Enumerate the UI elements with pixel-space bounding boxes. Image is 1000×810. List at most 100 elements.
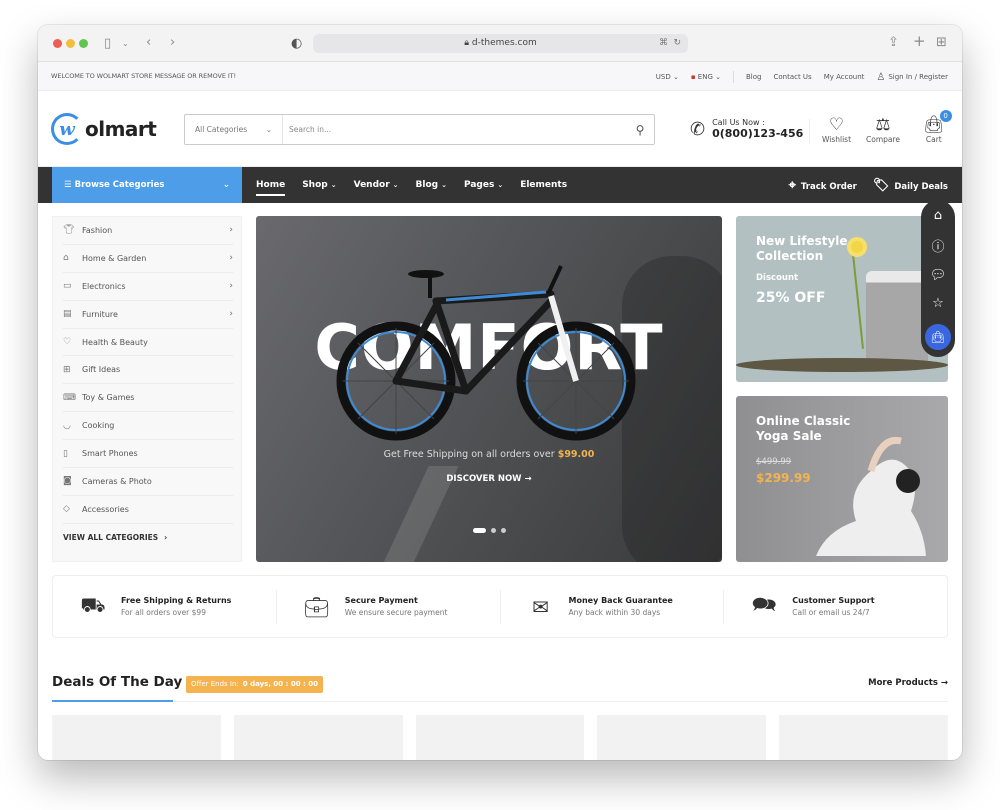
discover-now-button[interactable]: DISCOVER NOW → (256, 474, 722, 484)
call-label: Call Us Now : (712, 118, 765, 127)
money-envelope-icon: ✉ (532, 594, 549, 619)
deals-title: Deals Of The Day (52, 674, 183, 690)
nav-pages[interactable]: Pages ⌄ (464, 180, 503, 190)
sidebar-item-furniture[interactable]: ▤ Furniture › (63, 301, 233, 329)
monitor-icon: ▭ (63, 281, 72, 292)
phone-number[interactable]: 0(800)123-456 (712, 127, 803, 140)
cart-count-badge: 0 (939, 110, 952, 122)
share-icon[interactable]: ⇪ (888, 36, 899, 49)
nav-elements[interactable]: Elements (520, 180, 567, 190)
slide-dot-1[interactable] (472, 528, 486, 533)
hero-slider[interactable]: COMFORT Get Free Shipping on all orders … (256, 216, 722, 562)
slide-dot-2[interactable] (490, 528, 496, 533)
sidebar-item-gift-ideas[interactable]: ⊞ Gift Ideas (63, 356, 233, 385)
slide-dot-3[interactable] (500, 528, 506, 533)
sidebar-icon[interactable]: ▯ (104, 37, 111, 50)
reload-icon[interactable]: ↻ (673, 34, 681, 53)
product-card[interactable] (52, 715, 221, 760)
chevron-down-icon[interactable]: ⌄ (122, 37, 129, 50)
logo[interactable]: w olmart (51, 113, 157, 145)
heart-pulse-icon: ♡ (63, 337, 72, 347)
sidebar-item-health-beauty[interactable]: ♡ Health & Beauty (63, 329, 233, 357)
search-icon[interactable]: ⚲ (626, 123, 654, 137)
sidebar-item-toy-games[interactable]: ⌨ Toy & Games (63, 384, 233, 413)
bed-icon: ▤ (63, 309, 72, 320)
cart-button[interactable]: 👜︎ 0 Cart (923, 110, 952, 144)
view-all-categories-link[interactable]: VIEW ALL CATEGORIES › (63, 524, 233, 552)
product-card[interactable] (597, 715, 767, 760)
product-card[interactable] (779, 715, 948, 760)
product-card[interactable] (233, 715, 403, 760)
sidebar-item-cooking[interactable]: ◡ Cooking (63, 412, 233, 441)
sidebar-item-smart-phones[interactable]: ▯ Smart Phones (63, 440, 233, 469)
divider (809, 119, 810, 143)
daily-deals-link[interactable]: 🏷︎ Daily Deals (873, 178, 948, 193)
language-select[interactable]: ▪ ENG ⌄ (691, 73, 721, 81)
feature-subtitle: For all orders over $99 (121, 608, 206, 617)
phone-icon: ▯ (63, 448, 68, 459)
flower-image (851, 241, 863, 253)
user-icon: ♙ (876, 71, 886, 83)
banner-title: Online Classic Yoga Sale (756, 414, 851, 443)
feature-title: Customer Support (792, 596, 875, 605)
compare-button[interactable]: ⚖ Compare (866, 115, 900, 144)
title-underline (52, 700, 173, 702)
shield-icon[interactable]: ◐ (291, 37, 302, 50)
nav-shop[interactable]: Shop ⌄ (302, 180, 336, 190)
sign-in-link[interactable]: Sign In (888, 73, 912, 81)
shopping-bag-icon: 👜︎ (930, 330, 946, 344)
scale-icon: ⚖ (875, 115, 891, 135)
nav-home[interactable]: Home (256, 180, 286, 196)
call-us: ✆ Call Us Now : 0(800)123-456 (690, 118, 803, 140)
wishlist-button[interactable]: ♡ Wishlist (822, 115, 851, 144)
track-order-link[interactable]: ⌖ Track Order (789, 178, 857, 193)
browser-toolbar: ▯ ⌄ ‹ › ◐ 🔒︎ d-themes.com ⌘ ↻ ⇪ + ⊞ (38, 25, 962, 62)
feature-title: Secure Payment (344, 596, 418, 605)
back-icon[interactable]: ‹ (146, 36, 151, 49)
search-input[interactable]: Search in... (283, 125, 626, 134)
sidebar-item-accessories[interactable]: ◇ Accessories (63, 496, 233, 524)
chat-icon[interactable]: 💬︎ (930, 268, 947, 283)
star-icon[interactable]: ☆ (932, 296, 944, 311)
forward-icon[interactable]: › (170, 36, 175, 49)
my-account-link[interactable]: My Account (824, 73, 865, 81)
register-link[interactable]: Register (919, 73, 948, 81)
feature-item: ⛟ Free Shipping & Returns For all orders … (53, 589, 277, 624)
currency-select[interactable]: USD ⌄ (656, 73, 679, 81)
nav-blog[interactable]: Blog ⌄ (416, 180, 447, 190)
browse-categories-button[interactable]: ☰ Browse Categories ⌄ (52, 167, 242, 203)
close-window-button[interactable] (53, 39, 62, 48)
tabs-overview-icon[interactable]: ⊞ (936, 36, 947, 49)
sidebar-item-cameras-photo[interactable]: ◙ Cameras & Photo (63, 468, 233, 496)
minimize-window-button[interactable] (66, 39, 75, 48)
table-image (736, 358, 948, 372)
bag-icon: 👜︎ 0 (923, 110, 952, 135)
list-icon: ☰ (64, 180, 72, 190)
more-products-link[interactable]: More Products → (868, 678, 948, 688)
feature-subtitle: Call or email us 24/7 (792, 608, 870, 617)
info-icon[interactable]: ⓘ (931, 236, 944, 255)
blog-link[interactable]: Blog (746, 73, 761, 81)
sidebar-item-home-garden[interactable]: ⌂ Home & Garden › (63, 245, 233, 273)
wishlist-label: Wishlist (822, 135, 852, 144)
new-tab-icon[interactable]: + (913, 34, 926, 49)
address-bar[interactable]: 🔒︎ d-themes.com ⌘ ↻ (313, 34, 688, 53)
shopping-bag-button[interactable]: 👜︎ (923, 322, 953, 352)
sidebar-item-electronics[interactable]: ▭ Electronics › (63, 273, 233, 301)
diamond-icon: ◇ (63, 504, 70, 515)
chevron-down-icon: ⌄ (222, 180, 230, 190)
nav-vendor[interactable]: Vendor ⌄ (354, 180, 399, 190)
phone-icon: ✆ (690, 118, 706, 140)
category-select[interactable]: All Categories ⌄ (185, 115, 283, 144)
contact-us-link[interactable]: Contact Us (773, 73, 811, 81)
translate-icon[interactable]: ⌘ (659, 34, 668, 53)
product-card[interactable] (415, 715, 585, 760)
site-header: w olmart All Categories ⌄ Search in... ⚲ … (38, 91, 962, 167)
yoga-banner[interactable]: Online Classic Yoga Sale $499.99 $299.99 (736, 396, 948, 562)
logo-mark: w (51, 113, 83, 145)
sidebar-item-fashion[interactable]: 👕︎ Fashion › (63, 217, 233, 245)
home-icon[interactable]: ⌂ (934, 208, 942, 223)
lifestyle-banner[interactable]: New Lifestyle Collection Discount 25% OFF (736, 216, 948, 382)
slash: / (914, 73, 917, 81)
maximize-window-button[interactable] (79, 39, 88, 48)
